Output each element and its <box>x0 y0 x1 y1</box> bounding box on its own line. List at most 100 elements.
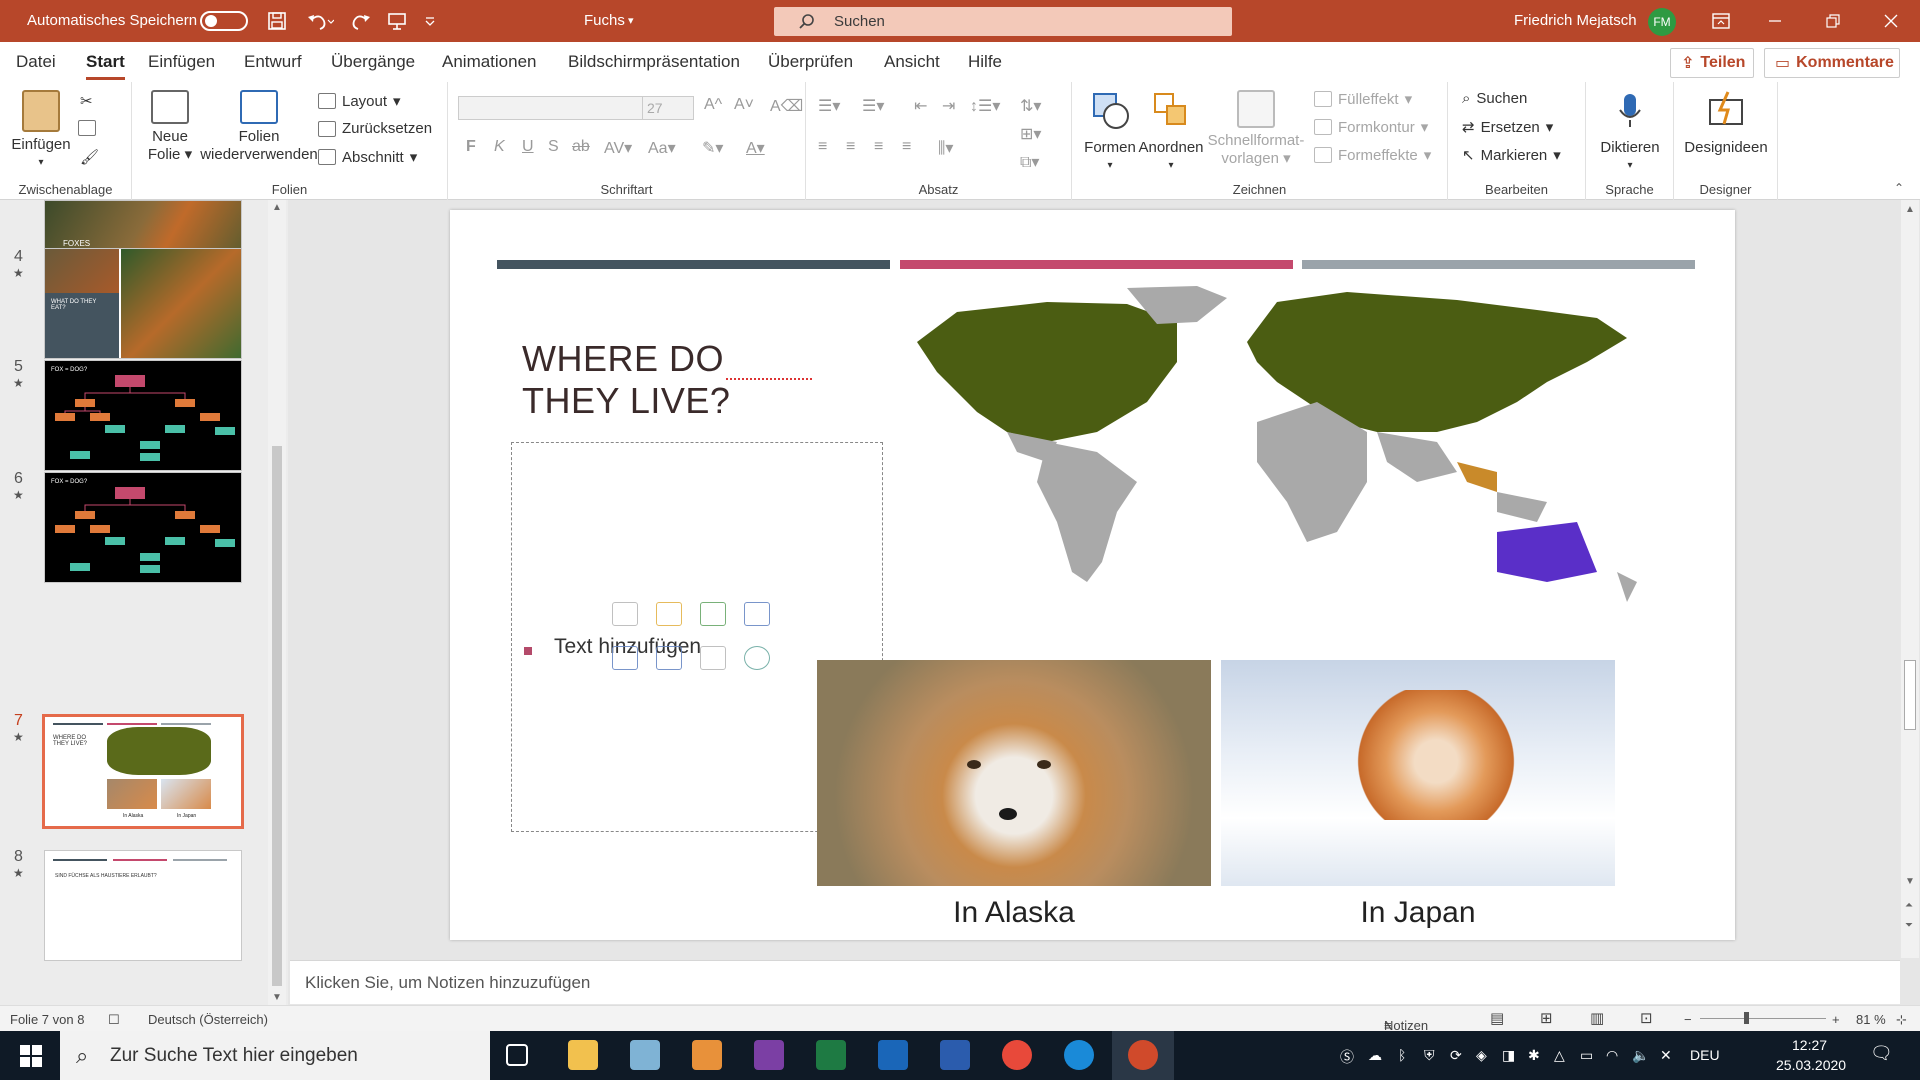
cut-icon[interactable]: ✂ <box>80 92 93 110</box>
collapse-ribbon-icon[interactable]: ⌃ <box>1894 181 1904 195</box>
text-direction-icon[interactable]: ⇅▾ <box>1020 96 1041 116</box>
slide-sorter-icon[interactable]: ⊞ <box>1540 1009 1553 1027</box>
shape-fill-button[interactable]: Fülleffekt ▾ <box>1314 90 1412 108</box>
app-tray-icon[interactable]: ◈ <box>1476 1047 1487 1064</box>
ribbon-display-options-icon[interactable] <box>1706 6 1736 36</box>
onenote-icon[interactable] <box>754 1040 784 1070</box>
columns-icon[interactable]: ⫼▾ <box>938 138 953 158</box>
outlook-icon[interactable] <box>878 1040 908 1070</box>
align-center-icon[interactable]: ≡ <box>846 138 855 156</box>
quick-styles-button[interactable]: Schnellformat- vorlagen ▾ <box>1204 90 1308 168</box>
windows-start-icon[interactable] <box>20 1045 42 1072</box>
font-size-input[interactable]: 27 <box>642 96 694 120</box>
chevron-down-icon[interactable]: ▾ <box>628 0 634 42</box>
font-name-input[interactable] <box>458 96 644 120</box>
input-language[interactable]: DEU <box>1690 1047 1720 1063</box>
wifi-icon[interactable]: ◠ <box>1606 1047 1618 1064</box>
insert-icons-icon[interactable] <box>744 646 770 670</box>
close-icon[interactable] <box>1876 6 1906 36</box>
scrollbar-thumb[interactable] <box>1904 660 1916 730</box>
accessibility-icon[interactable]: ☐ <box>108 1012 120 1028</box>
reset-button[interactable]: Zurücksetzen <box>318 120 432 137</box>
customize-qat-icon[interactable] <box>420 6 440 36</box>
justify-icon[interactable]: ≡ <box>902 138 911 156</box>
notes-pane[interactable]: Klicken Sie, um Notizen hinzuzufügen <box>290 960 1900 1004</box>
fox-japan-photo[interactable] <box>1221 660 1615 886</box>
user-name[interactable]: Friedrich Mejatsch <box>1514 0 1637 42</box>
sync-icon[interactable]: ⟳ <box>1450 1047 1462 1064</box>
shape-outline-button[interactable]: Formkontur ▾ <box>1314 118 1428 136</box>
shape-effects-button[interactable]: Formeffekte ▾ <box>1314 146 1431 164</box>
comments-button[interactable]: ▭ Kommentare <box>1764 48 1900 78</box>
tab-datei[interactable]: Datei <box>16 52 56 72</box>
security-icon[interactable]: ⛨ <box>1424 1047 1435 1064</box>
copy-icon[interactable] <box>78 120 96 136</box>
slide-thumbnail-7[interactable]: WHERE DO THEY LIVE? In Alaska In Japan <box>42 714 244 829</box>
file-explorer-icon[interactable] <box>568 1040 598 1070</box>
shapes-button[interactable]: Formen ▾ <box>1080 90 1140 175</box>
paint-icon[interactable] <box>630 1040 660 1070</box>
decrease-indent-icon[interactable]: ⇤ <box>914 96 927 116</box>
arrow-tray-icon[interactable]: △ <box>1554 1047 1565 1064</box>
notification-center-icon[interactable]: 🗨 <box>1870 1043 1893 1064</box>
editor-scrollbar[interactable]: ▲ ▼ ⏶ ⏷ <box>1901 200 1919 958</box>
clock-date[interactable]: 25.03.2020 <box>1776 1057 1846 1073</box>
volume-icon[interactable]: 🔈 <box>1632 1047 1649 1064</box>
scroll-up-icon[interactable]: ▲ <box>272 202 282 213</box>
shrink-font-icon[interactable]: A˅ <box>734 96 754 114</box>
onenote-tray-icon[interactable]: ✕ <box>1660 1047 1672 1064</box>
slide-canvas[interactable]: WHERE DO THEY LIVE? Text hinzufügen In A… <box>450 210 1735 940</box>
find-button[interactable]: ⌕ Suchen <box>1462 90 1527 107</box>
insert-picture-icon[interactable] <box>612 646 638 670</box>
normal-view-icon[interactable]: ▤ <box>1490 1009 1504 1027</box>
slide-title[interactable]: WHERE DO THEY LIVE? <box>522 338 822 422</box>
save-icon[interactable] <box>262 6 292 36</box>
undo-icon[interactable] <box>300 6 340 36</box>
insert-table-icon[interactable] <box>612 602 638 626</box>
design-ideas-button[interactable]: Designideen <box>1678 90 1774 157</box>
tab-uebergaenge[interactable]: Übergänge <box>331 52 415 72</box>
bold-icon[interactable]: F <box>466 138 476 156</box>
scroll-up-icon[interactable]: ▲ <box>1905 204 1915 215</box>
tab-bildschirmpraesentation[interactable]: Bildschirmpräsentation <box>568 52 740 72</box>
tab-start[interactable]: Start <box>86 52 125 80</box>
task-view-icon[interactable] <box>506 1044 528 1066</box>
insert-video-icon[interactable] <box>700 646 726 670</box>
caption-japan[interactable]: In Japan <box>1221 896 1615 930</box>
insert-online-picture-icon[interactable] <box>656 646 682 670</box>
fox-alaska-photo[interactable] <box>817 660 1211 886</box>
section-button[interactable]: Abschnitt ▾ <box>318 148 417 166</box>
arrange-button[interactable]: Anordnen ▾ <box>1138 90 1204 175</box>
redo-icon[interactable] <box>346 6 376 36</box>
present-from-start-icon[interactable] <box>382 6 412 36</box>
zoom-out-icon[interactable]: − <box>1684 1012 1692 1027</box>
layout-button[interactable]: Layout ▾ <box>318 92 401 110</box>
format-painter-icon[interactable]: 🖌 <box>80 148 99 166</box>
increase-indent-icon[interactable]: ⇥ <box>942 96 955 116</box>
antivirus-icon[interactable]: ✱ <box>1528 1047 1540 1064</box>
battery-icon[interactable]: ▭ <box>1580 1047 1593 1064</box>
insert-smartart-icon[interactable] <box>700 602 726 626</box>
scroll-down-icon[interactable]: ▼ <box>1905 876 1915 887</box>
search-box[interactable]: Suchen <box>774 7 1232 36</box>
powerpoint-taskbar-active[interactable] <box>1112 1031 1174 1080</box>
clear-formatting-icon[interactable]: A⌫ <box>770 96 803 116</box>
italic-icon[interactable]: K <box>494 138 505 156</box>
new-slide-button[interactable]: Neue Folie ▾ <box>140 90 200 164</box>
reading-view-icon[interactable]: ▥ <box>1590 1009 1604 1027</box>
user-avatar[interactable]: FM <box>1648 8 1676 36</box>
slideshow-view-icon[interactable]: ⊡ <box>1640 1009 1653 1027</box>
fit-to-window-icon[interactable]: ⊹ <box>1896 1012 1907 1028</box>
grow-font-icon[interactable]: A^ <box>704 96 722 114</box>
slide-thumbnail-6[interactable]: FOX = DOG? <box>44 472 242 583</box>
tab-animationen[interactable]: Animationen <box>442 52 537 72</box>
slide-thumbnail-5[interactable]: FOX = DOG? <box>44 360 242 471</box>
zoom-in-icon[interactable]: + <box>1832 1012 1840 1027</box>
taskbar-search[interactable]: ⌕ Zur Suche Text hier eingeben <box>60 1031 490 1080</box>
video-editor-icon[interactable] <box>692 1040 722 1070</box>
next-slide-icon[interactable]: ⏷ <box>1905 920 1913 931</box>
outlook-tray-icon[interactable]: ◨ <box>1502 1047 1515 1064</box>
char-spacing-icon[interactable]: AV▾ <box>604 138 632 158</box>
shadow-icon[interactable]: S <box>548 138 559 156</box>
word-icon[interactable] <box>940 1040 970 1070</box>
